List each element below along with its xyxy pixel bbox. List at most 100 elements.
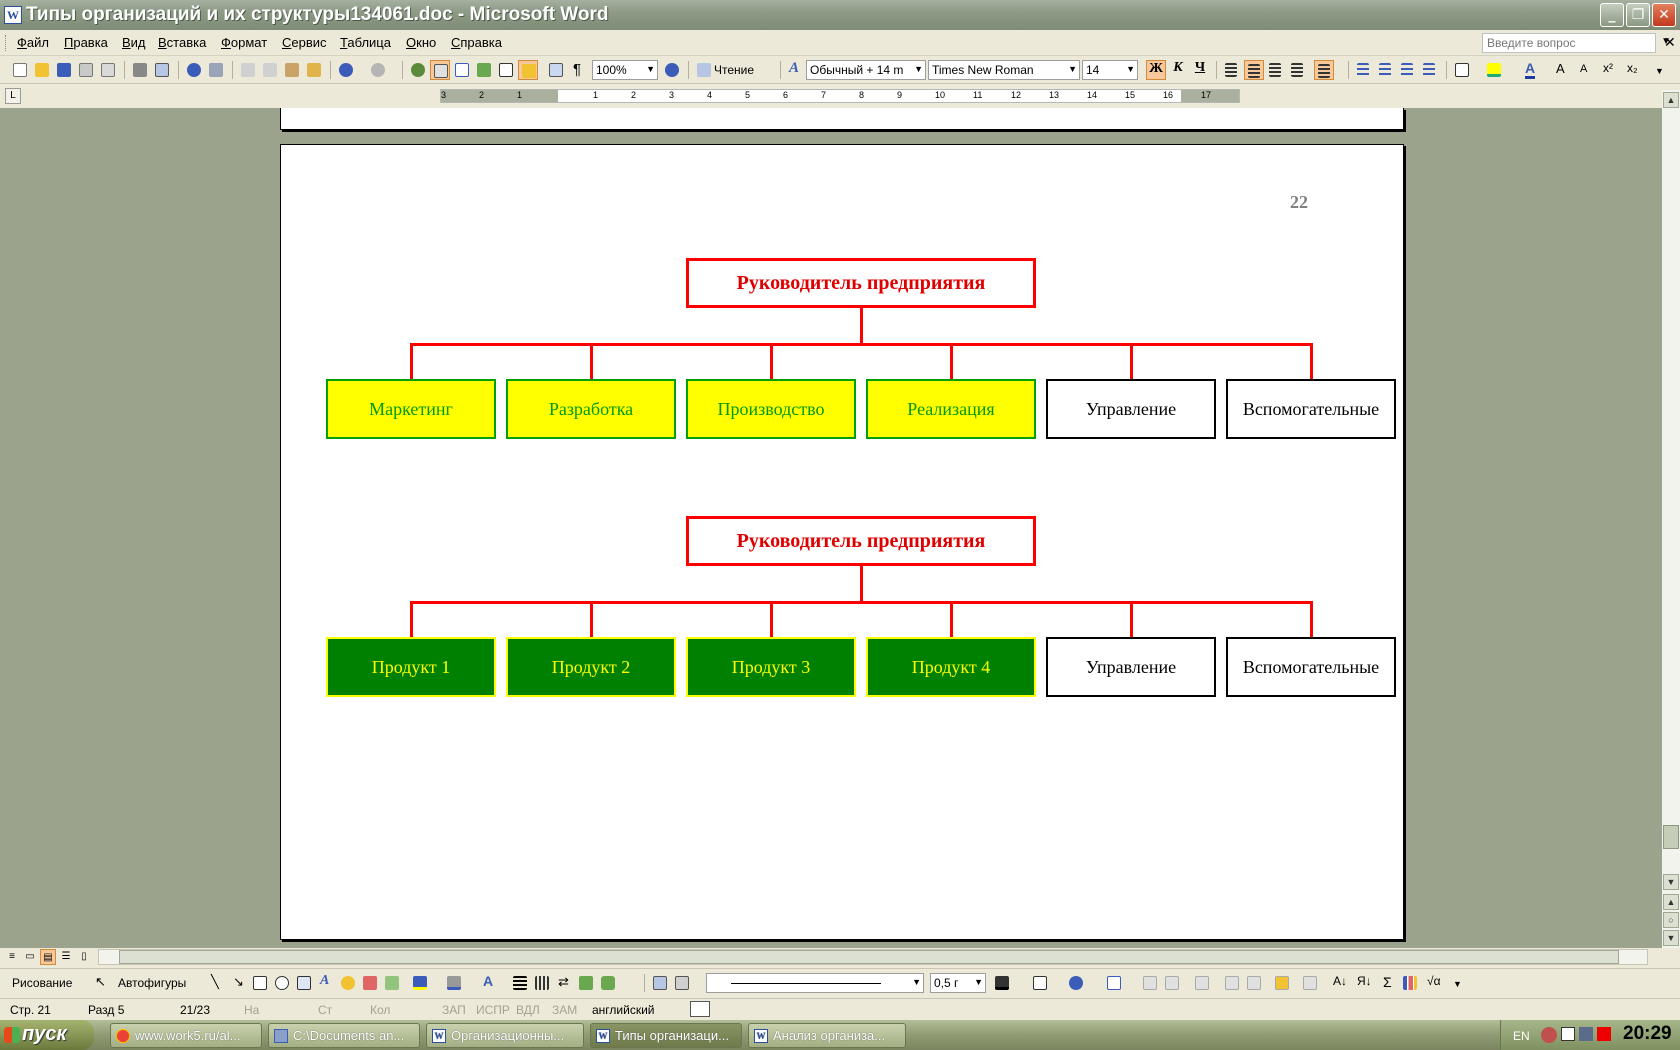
- superscript-icon[interactable]: x²: [1600, 60, 1620, 80]
- pen-color-icon[interactable]: [992, 973, 1012, 993]
- print-preview-icon[interactable]: [152, 60, 172, 80]
- line-color-icon[interactable]: [444, 973, 464, 993]
- arrow-style-icon[interactable]: ⇄: [554, 973, 574, 993]
- line-style-combo[interactable]: ▼: [706, 973, 924, 993]
- close-button[interactable]: ✕: [1652, 3, 1676, 27]
- line-style-icon[interactable]: [510, 973, 530, 993]
- edit-icon[interactable]: [672, 973, 692, 993]
- sort-ascending-icon[interactable]: A↓: [1330, 973, 1350, 993]
- taskbar-item-word-1[interactable]: W Организационны...: [426, 1023, 584, 1048]
- language-indicator[interactable]: EN: [1513, 1029, 1530, 1043]
- dash-style-icon[interactable]: [532, 973, 552, 993]
- zoom-combo[interactable]: 100% ▼: [592, 60, 658, 80]
- decrease-indent-icon[interactable]: [1398, 60, 1418, 80]
- merge-cells-icon[interactable]: [1140, 973, 1160, 993]
- tray-antivirus-icon[interactable]: [1597, 1027, 1611, 1041]
- diagram-icon[interactable]: [338, 973, 358, 993]
- tab-selector[interactable]: L: [5, 88, 21, 104]
- previous-page-icon[interactable]: ▲: [1663, 894, 1679, 910]
- horizontal-scrollbar[interactable]: [98, 949, 1648, 965]
- tray-flag-icon[interactable]: [1561, 1027, 1575, 1041]
- justify-icon[interactable]: [1288, 60, 1308, 80]
- taskbar-item-word-active[interactable]: W Типы организаци...: [590, 1023, 742, 1048]
- research-icon[interactable]: [206, 60, 226, 80]
- taskbar-item-browser[interactable]: www.work5.ru/al...: [110, 1023, 262, 1048]
- menu-help[interactable]: Справка: [451, 35, 502, 50]
- spelling-icon[interactable]: [184, 60, 204, 80]
- equation-icon[interactable]: √α: [1424, 973, 1444, 993]
- clip-art-icon[interactable]: [360, 973, 380, 993]
- menu-table[interactable]: Таблица: [340, 35, 391, 50]
- insert-table-icon[interactable]: [452, 60, 472, 80]
- tray-arrow-icon[interactable]: [1541, 1027, 1557, 1043]
- start-button[interactable]: пуск: [0, 1020, 94, 1050]
- hyperlink-icon[interactable]: [408, 60, 428, 80]
- shrink-font-icon[interactable]: A: [1576, 60, 1596, 80]
- menu-format[interactable]: Формат: [221, 35, 267, 50]
- org-head-box[interactable]: Руководитель предприятия: [686, 516, 1036, 566]
- status-extend-selection[interactable]: ВДЛ: [516, 1003, 540, 1017]
- new-document-icon[interactable]: [10, 60, 30, 80]
- spelling-status-icon[interactable]: [690, 1001, 710, 1017]
- next-page-icon[interactable]: ▼: [1663, 930, 1679, 946]
- autoshapes-menu[interactable]: Автофигуры: [118, 976, 186, 990]
- fill-color-icon[interactable]: [410, 973, 430, 993]
- reading-button[interactable]: Чтение: [714, 63, 754, 77]
- drawing-icon[interactable]: [518, 60, 538, 80]
- chevron-down-icon[interactable]: ▼: [914, 64, 923, 74]
- org-box-management[interactable]: Управление: [1046, 637, 1216, 697]
- org-box-sales[interactable]: Реализация: [866, 379, 1036, 439]
- distribute-rows-icon[interactable]: [1222, 973, 1242, 993]
- word-doc-icon[interactable]: W: [4, 6, 22, 24]
- normal-view-icon[interactable]: ≡: [4, 949, 20, 965]
- bold-button[interactable]: Ж: [1146, 60, 1166, 80]
- insert-excel-icon[interactable]: [474, 60, 494, 80]
- chevron-down-icon[interactable]: ▼: [1068, 64, 1077, 74]
- style-combo[interactable]: Обычный + 14 m ▼: [806, 60, 926, 80]
- open-folder-icon[interactable]: [32, 60, 52, 80]
- line-width-combo[interactable]: 0,5 г ▼: [930, 973, 986, 993]
- reading-icon[interactable]: [694, 60, 714, 80]
- cut-icon[interactable]: [238, 60, 258, 80]
- split-cells-icon[interactable]: [1162, 973, 1182, 993]
- numbering-icon[interactable]: [1354, 60, 1374, 80]
- pilcrow-icon[interactable]: ¶: [568, 60, 588, 80]
- borders-icon[interactable]: [1030, 973, 1050, 993]
- vertical-scrollbar[interactable]: ▲ ▼ ▲ ○ ▼: [1662, 90, 1680, 948]
- restore-button[interactable]: ❐: [1626, 3, 1650, 27]
- org-head-box[interactable]: Руководитель предприятия: [686, 258, 1036, 308]
- paste-icon[interactable]: [282, 60, 302, 80]
- line-spacing-icon[interactable]: [1314, 60, 1334, 80]
- org-box-product-4[interactable]: Продукт 4: [866, 637, 1036, 697]
- tray-network-icon[interactable]: [1579, 1027, 1593, 1041]
- permission-icon[interactable]: [76, 60, 96, 80]
- print-layout-view-icon[interactable]: ▤: [40, 949, 56, 965]
- close-document-icon[interactable]: ✕: [1664, 34, 1676, 51]
- font-combo[interactable]: Times New Roman ▼: [928, 60, 1080, 80]
- taskbar-item-word-2[interactable]: W Анализ организа...: [748, 1023, 906, 1048]
- help-icon[interactable]: [662, 60, 682, 80]
- help-search-input[interactable]: Введите вопрос ▼: [1482, 33, 1671, 53]
- save-icon[interactable]: [54, 60, 74, 80]
- chevron-down-icon[interactable]: ▼: [974, 977, 983, 987]
- edit-icon[interactable]: [650, 973, 670, 993]
- menu-tools[interactable]: Сервис: [282, 35, 327, 50]
- styles-icon[interactable]: A: [786, 60, 806, 80]
- clock[interactable]: 20:29: [1623, 1023, 1672, 1045]
- grow-font-icon[interactable]: A: [1552, 60, 1572, 80]
- status-track-changes[interactable]: ИСПР: [476, 1003, 510, 1017]
- scroll-thumb[interactable]: [1663, 825, 1679, 849]
- picture-icon[interactable]: [382, 973, 402, 993]
- font-color-icon[interactable]: A: [478, 973, 498, 993]
- tables-borders-icon[interactable]: [430, 60, 450, 80]
- autosum-icon[interactable]: Σ: [1378, 973, 1398, 993]
- menu-file[interactable]: Файл: [17, 35, 49, 50]
- wordart-icon[interactable]: A: [316, 973, 336, 993]
- outline-view-icon[interactable]: ☰: [58, 949, 74, 965]
- print-icon[interactable]: [130, 60, 150, 80]
- columns-icon[interactable]: [496, 60, 516, 80]
- text-direction-icon[interactable]: [1300, 973, 1320, 993]
- toolbar-options-icon[interactable]: ▼: [1650, 60, 1670, 80]
- org-box-auxiliary[interactable]: Вспомогательные: [1226, 637, 1396, 697]
- shadow-icon[interactable]: [576, 973, 596, 993]
